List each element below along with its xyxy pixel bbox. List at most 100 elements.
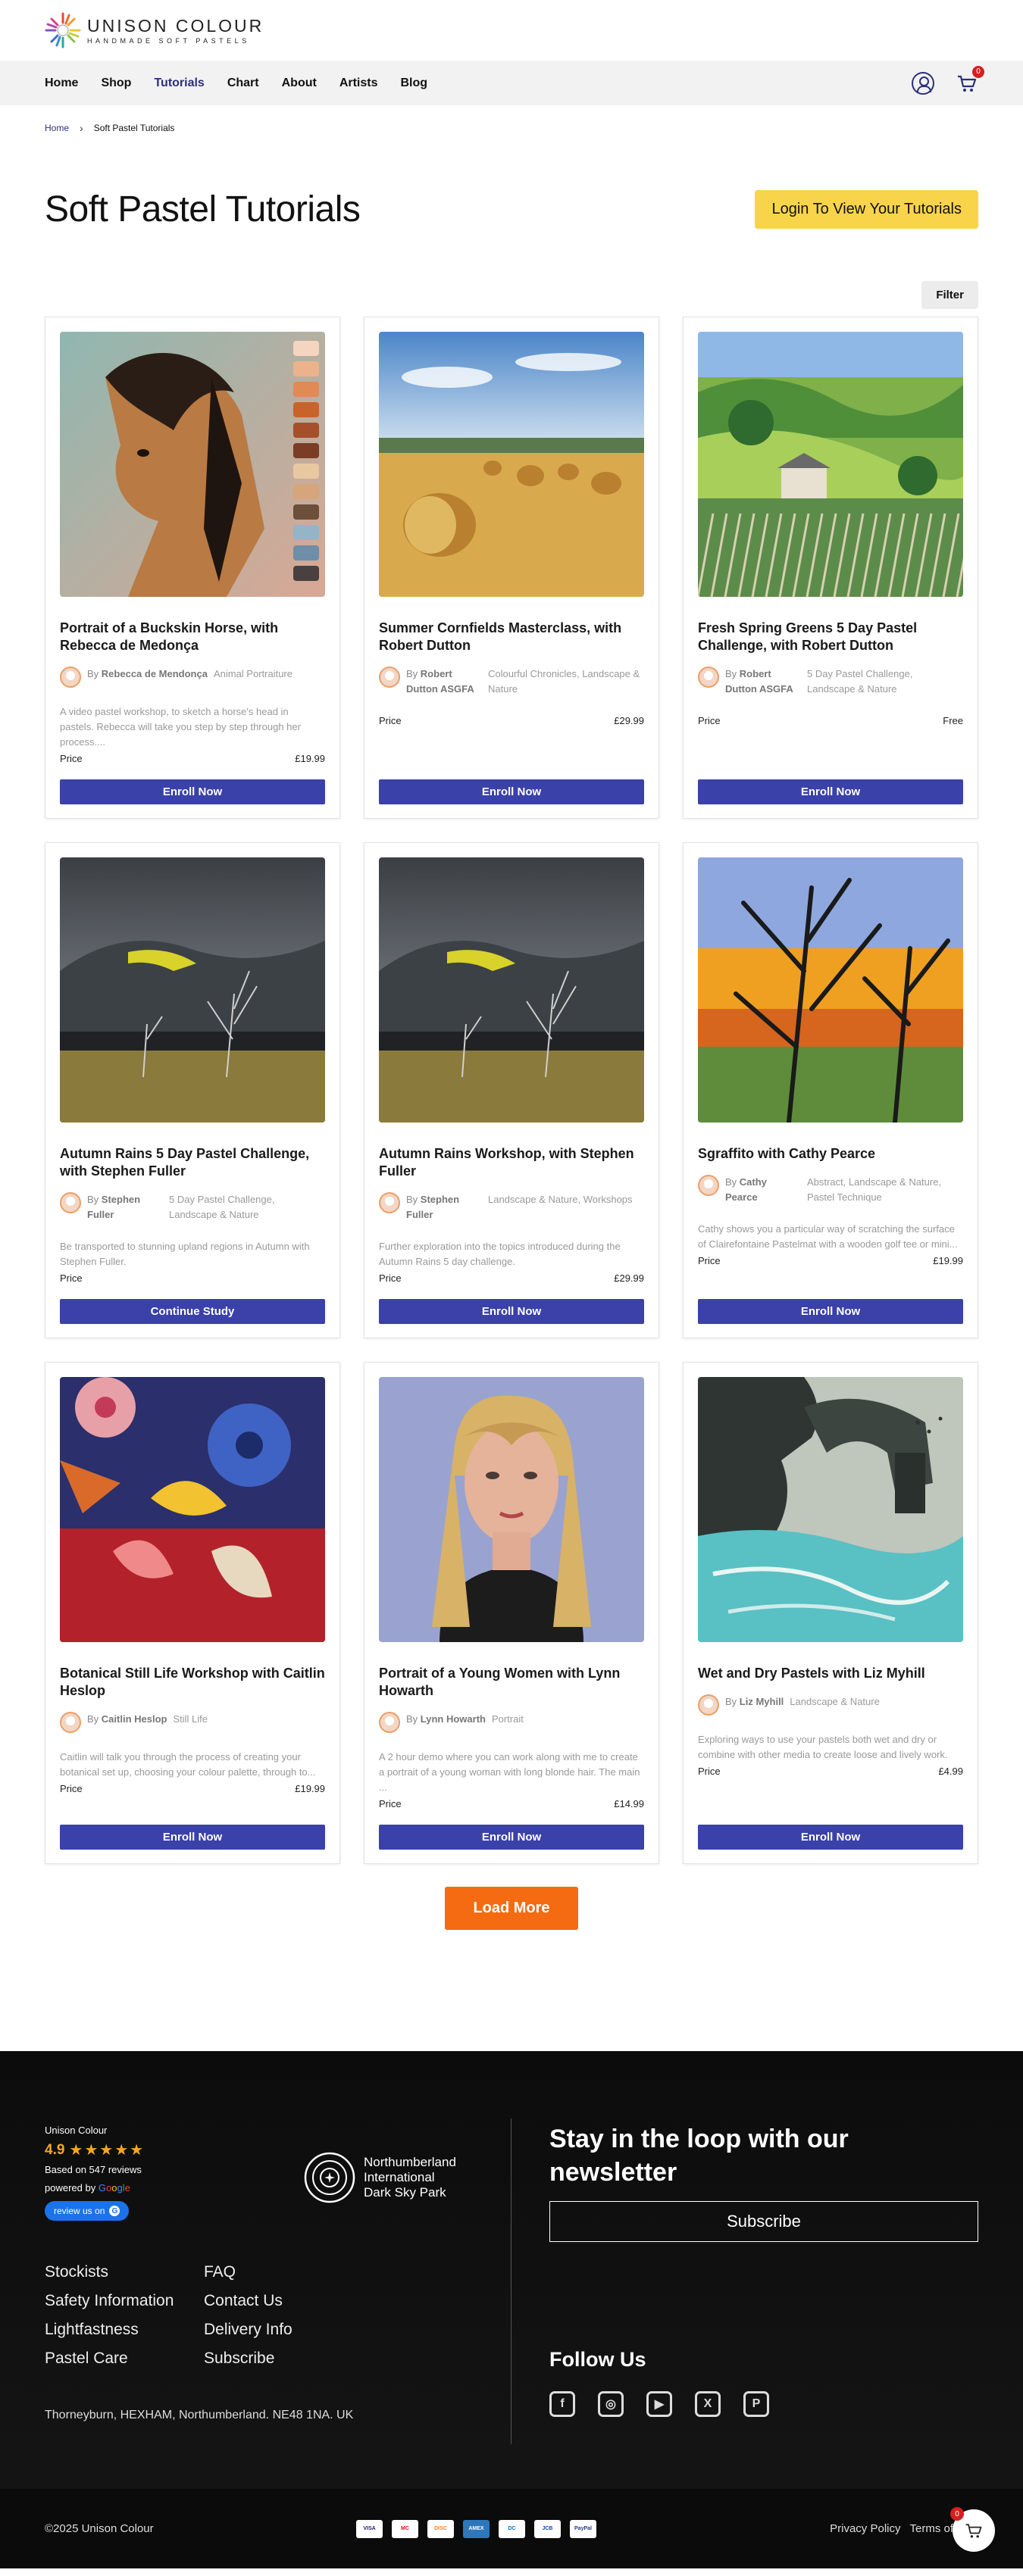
tutorial-card[interactable]: Summer Cornfields Masterclass, with Robe… [364,317,659,819]
nav-chart[interactable]: Chart [227,76,259,90]
price-value: £4.99 [938,1766,963,1777]
pinterest-icon[interactable]: P [743,2391,769,2417]
tutorial-card[interactable]: Wet and Dry Pastels with Liz Myhill By L… [683,1362,978,1864]
tutorial-title[interactable]: Portrait of a Buckskin Horse, with Rebec… [60,620,325,654]
load-more-button[interactable]: Load More [445,1887,578,1930]
tutorial-title[interactable]: Sgraffito with Cathy Pearce [698,1145,963,1163]
tutorial-card[interactable]: Fresh Spring Greens 5 Day Pastel Challen… [683,317,978,819]
tutorial-category[interactable]: Still Life [173,1712,208,1727]
facebook-icon[interactable]: f [549,2391,575,2417]
footer-link-stockists[interactable]: Stockists [45,2263,204,2281]
nav-tutorials[interactable]: Tutorials [154,76,204,90]
tutorial-card[interactable]: Portrait of a Buckskin Horse, with Rebec… [45,317,340,819]
review-us-button[interactable]: review us on G [45,2201,130,2221]
tutorial-card[interactable]: Portrait of a Young Women with Lynn Howa… [364,1362,659,1864]
nav-shop[interactable]: Shop [101,76,131,90]
author-prefix: By [725,1176,737,1188]
horse-painting-icon[interactable] [60,332,325,597]
tutorial-category[interactable]: Colourful Chronicles, Landscape & Nature [488,667,644,697]
enroll-now-button[interactable]: Enroll Now [379,1299,644,1324]
author-avatar [60,1712,81,1733]
tutorial-category[interactable]: 5 Day Pastel Challenge, Landscape & Natu… [169,1192,325,1222]
tutorial-author: By Liz Myhill [725,1694,784,1710]
footer-link-lightfastness[interactable]: Lightfastness [45,2321,204,2339]
x-icon[interactable]: X [695,2391,721,2417]
footer-link-faq[interactable]: FAQ [204,2263,355,2281]
footer-link-contact[interactable]: Contact Us [204,2292,355,2310]
enroll-now-button[interactable]: Enroll Now [60,779,325,804]
tutorial-category[interactable]: Landscape & Nature [790,1694,880,1710]
footer-link-pastel-care[interactable]: Pastel Care [45,2350,204,2368]
author-avatar [698,1694,719,1716]
tutorial-title[interactable]: Portrait of a Young Women with Lynn Howa… [379,1665,644,1700]
newsletter-subscribe-button[interactable]: Subscribe [549,2201,978,2242]
tutorial-category[interactable]: Animal Portraiture [214,667,293,682]
youtube-icon[interactable]: ▶ [646,2391,672,2417]
floating-cart-button[interactable]: 0 [950,2507,995,2552]
tutorial-card[interactable]: Sgraffito with Cathy Pearce By Cathy Pea… [683,842,978,1338]
cart-button[interactable]: 0 [956,65,984,95]
tutorial-card[interactable]: Autumn Rains 5 Day Pastel Challenge, wit… [45,842,340,1338]
tutorial-title[interactable]: Botanical Still Life Workshop with Caitl… [60,1665,325,1700]
price-value: £19.99 [295,753,325,764]
nav-blog[interactable]: Blog [401,76,428,90]
valley-painting-icon[interactable] [698,332,963,597]
enroll-now-button[interactable]: Enroll Now [698,1299,963,1324]
tutorial-category[interactable]: Portrait [492,1712,524,1727]
footer-link-delivery[interactable]: Delivery Info [204,2321,355,2339]
portrait-painting-icon[interactable] [379,1377,644,1642]
author-name[interactable]: Lynn Howarth [421,1713,486,1725]
login-tutorials-button[interactable]: Login To View Your Tutorials [755,190,978,229]
account-icon[interactable] [912,71,934,95]
tutorial-description: Further exploration into the topics intr… [379,1241,621,1267]
tutorial-title[interactable]: Summer Cornfields Masterclass, with Robe… [379,620,644,654]
nav-about[interactable]: About [282,76,317,90]
author-name[interactable]: Liz Myhill [740,1696,784,1707]
enroll-now-button[interactable]: Enroll Now [698,1825,963,1850]
price-label: Price [379,715,402,726]
tutorial-category[interactable]: Abstract, Landscape & Nature, Pastel Tec… [807,1175,963,1205]
author-prefix: By [406,1713,418,1725]
enroll-now-button[interactable]: Enroll Now [379,1825,644,1850]
tutorial-author: By Cathy Pearce [725,1175,801,1205]
enroll-now-button[interactable]: Enroll Now [698,779,963,804]
privacy-policy-link[interactable]: Privacy Policy [830,2522,900,2535]
tutorial-category[interactable]: Landscape & Nature, Workshops [488,1192,633,1207]
author-prefix: By [87,1713,99,1725]
footer-link-subscribe[interactable]: Subscribe [204,2350,355,2368]
sgraffito-painting-icon[interactable] [698,857,963,1123]
price-value: £14.99 [614,1798,644,1809]
botanical-painting-icon[interactable] [60,1377,325,1642]
newsletter-title: Stay in the loop with our newsletter [549,2125,849,2187]
filter-button[interactable]: Filter [921,281,978,309]
autumn-rains-painting-icon[interactable] [60,857,325,1123]
tutorial-title[interactable]: Autumn Rains Workshop, with Stephen Full… [379,1145,644,1180]
tutorial-title[interactable]: Wet and Dry Pastels with Liz Myhill [698,1665,963,1682]
tutorial-grid: Portrait of a Buckskin Horse, with Rebec… [0,317,1023,1864]
coastal-arch-painting-icon[interactable] [698,1377,963,1642]
tutorial-category[interactable]: 5 Day Pastel Challenge, Landscape & Natu… [807,667,963,697]
tutorial-card[interactable]: Autumn Rains Workshop, with Stephen Full… [364,842,659,1338]
rating-stars-icon: ★★★★★ [69,2142,145,2159]
tutorial-card[interactable]: Botanical Still Life Workshop with Caitl… [45,1362,340,1864]
breadcrumb-home[interactable]: Home [45,123,69,133]
price-value: £19.99 [295,1783,325,1794]
nav-artists[interactable]: Artists [339,76,378,90]
terms-link[interactable]: Terms of [909,2522,953,2535]
instagram-icon[interactable]: ◎ [598,2391,624,2417]
nav-home[interactable]: Home [45,76,78,90]
enroll-now-button[interactable]: Enroll Now [379,779,644,804]
dark-sky-line-1: Northumberland [364,2155,456,2169]
author-name[interactable]: Caitlin Heslop [102,1713,167,1725]
tutorial-description: Caitlin will talk you through the proces… [60,1751,316,1778]
haybales-photo-icon[interactable] [379,332,644,597]
logo[interactable]: UNISON COLOUR HANDMADE SOFT PASTELS [45,12,264,48]
continue-study-button[interactable]: Continue Study [60,1299,325,1324]
enroll-now-button[interactable]: Enroll Now [60,1825,325,1850]
footer-link-safety[interactable]: Safety Information [45,2292,204,2310]
author-name[interactable]: Rebecca de Mendonça [102,668,208,679]
tutorial-title[interactable]: Autumn Rains 5 Day Pastel Challenge, wit… [60,1145,325,1180]
autumn-rains-painting-icon[interactable] [379,857,644,1123]
tutorial-title[interactable]: Fresh Spring Greens 5 Day Pastel Challen… [698,620,963,654]
tutorial-description: A video pastel workshop, to sketch a hor… [60,706,301,748]
